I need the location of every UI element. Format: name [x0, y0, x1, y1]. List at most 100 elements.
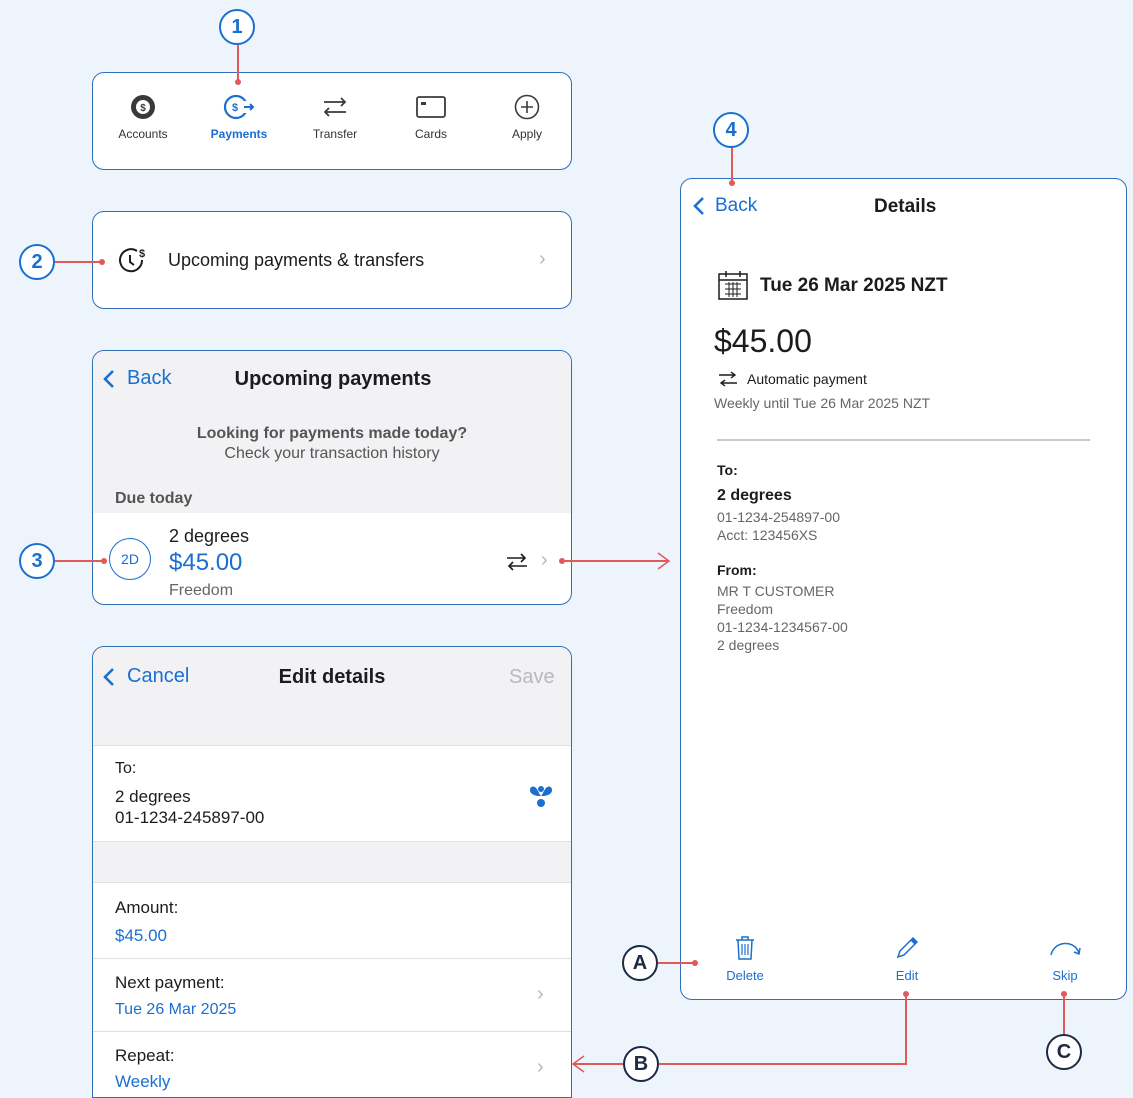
tab-label: Payments — [210, 127, 268, 141]
connector-line — [565, 560, 668, 562]
to-label: To: — [717, 462, 738, 478]
payment-amount: $45.00 — [714, 323, 812, 359]
hint-line-1: Looking for payments made today? — [196, 425, 468, 442]
next-payment-label: Next payment: — [115, 973, 225, 992]
svg-text:$: $ — [232, 102, 238, 114]
connector-dot — [729, 180, 735, 186]
payment-type: Automatic payment — [747, 371, 867, 387]
connector-dot — [692, 960, 698, 966]
payee-name: 2 degrees — [169, 526, 250, 546]
chevron-left-icon — [693, 197, 704, 215]
tab-label: Transfer — [312, 127, 358, 141]
arrow-head-icon — [657, 552, 671, 570]
tab-label: Cards — [414, 127, 447, 141]
payee-logo-icon[interactable] — [527, 783, 555, 809]
payment-frequency: Weekly until Tue 26 Mar 2025 NZT — [714, 395, 931, 411]
chevron-right-icon: › — [539, 248, 546, 270]
to-section[interactable]: To: 2 degrees 01-1234-245897-00 — [93, 745, 571, 841]
connector-line — [55, 560, 103, 562]
plus-circle-icon — [514, 94, 540, 120]
edit-button[interactable]: Edit — [867, 935, 947, 985]
connector-dot — [235, 79, 241, 85]
section-header: Due today — [115, 490, 193, 507]
repeat-row[interactable]: Repeat: Weekly › — [93, 1032, 571, 1097]
page-title: Edit details — [278, 666, 386, 688]
transfer-icon — [323, 97, 347, 117]
transaction-history-link[interactable]: Check your transaction history — [93, 445, 571, 463]
repeat-icon — [719, 371, 737, 387]
tab-apply[interactable]: Apply — [479, 93, 571, 141]
upcoming-row-label: Upcoming payments & transfers — [168, 250, 425, 270]
connector-line — [237, 45, 239, 81]
back-button[interactable]: Back — [691, 195, 757, 217]
trash-icon — [736, 936, 754, 960]
tab-cards[interactable]: Cards — [383, 93, 479, 141]
upcoming-row-panel[interactable]: $ Upcoming payments & transfers › — [92, 211, 572, 309]
edit-header — [93, 647, 571, 745]
to-name: 2 degrees — [717, 487, 792, 504]
from-label: From: — [717, 562, 757, 578]
arrow-head-icon — [571, 1055, 585, 1073]
skip-button[interactable]: Skip — [1025, 935, 1105, 985]
callout-4: 4 — [713, 112, 749, 148]
tab-label: Apply — [511, 127, 543, 141]
from-line-3: 01-1234-1234567-00 — [717, 619, 848, 635]
avatar: 2D — [109, 538, 151, 580]
svg-text:$: $ — [139, 248, 145, 260]
connector-dot — [101, 558, 107, 564]
tab-payments[interactable]: $ Payments — [191, 93, 287, 141]
card-icon — [416, 96, 446, 118]
account-name: Freedom — [169, 582, 234, 599]
tab-label: Accounts — [118, 127, 168, 141]
delete-button[interactable]: Delete — [705, 935, 785, 985]
pencil-icon — [896, 936, 919, 959]
connector-line — [658, 962, 694, 964]
tab-accounts[interactable]: $ Accounts — [95, 93, 191, 141]
save-button[interactable]: Save — [509, 666, 555, 689]
connector-dot — [99, 259, 105, 265]
edit-label: Edit — [895, 968, 919, 983]
repeat-label: Repeat: — [115, 1046, 175, 1065]
payment-item[interactable]: 2D 2 degrees $45.00 Freedom › — [93, 513, 571, 604]
clock-dollar-icon: $ — [119, 248, 145, 273]
coin-icon: $ — [131, 95, 155, 119]
payment-date: Tue 26 Mar 2025 NZT — [760, 275, 948, 296]
chevron-right-icon: › — [537, 1056, 544, 1078]
callout-3: 3 — [19, 543, 55, 579]
connector-line — [659, 1063, 907, 1065]
to-reference: Acct: 123456XS — [717, 527, 818, 543]
from-line-1: MR T CUSTOMER — [717, 583, 835, 599]
to-label: To: — [115, 760, 137, 777]
to-account: 01-1234-254897-00 — [717, 509, 840, 525]
amount-value: $45.00 — [115, 926, 167, 945]
chevron-right-icon: › — [537, 983, 544, 1005]
from-line-4: 2 degrees — [717, 637, 780, 653]
callout-2: 2 — [19, 244, 55, 280]
calendar-icon — [718, 271, 748, 300]
skip-label: Skip — [1052, 968, 1078, 983]
from-line-2: Freedom — [717, 601, 774, 617]
amount-label: Amount: — [115, 898, 179, 917]
callout-c: C — [1046, 1034, 1082, 1070]
connector-line — [55, 261, 101, 263]
callout-1: 1 — [219, 9, 255, 45]
payments-icon: $ — [223, 94, 255, 120]
edit-details-panel: Cancel Edit details Save To: 2 degrees 0… — [92, 646, 572, 1098]
section-spacer — [93, 841, 571, 883]
to-name: 2 degrees — [115, 787, 191, 806]
amount-section[interactable]: Amount: $45.00 — [93, 883, 571, 959]
delete-label: Delete — [726, 968, 764, 983]
repeat-icon — [507, 553, 527, 571]
connector-line — [1063, 997, 1065, 1035]
payment-amount: $45.00 — [169, 549, 243, 576]
tab-transfer[interactable]: Transfer — [287, 93, 383, 141]
next-payment-row[interactable]: Next payment: Tue 26 Mar 2025 › — [93, 959, 571, 1032]
connector-line — [905, 997, 907, 1064]
divider — [717, 439, 1090, 441]
to-account: 01-1234-245897-00 — [115, 808, 265, 827]
svg-text:$: $ — [140, 103, 146, 114]
chevron-right-icon: › — [541, 549, 548, 571]
page-title: Upcoming payments — [234, 368, 432, 390]
connector-line — [731, 148, 733, 182]
details-panel: Back Details Tue 26 Mar 2025 NZT $45.00 … — [680, 178, 1127, 1000]
